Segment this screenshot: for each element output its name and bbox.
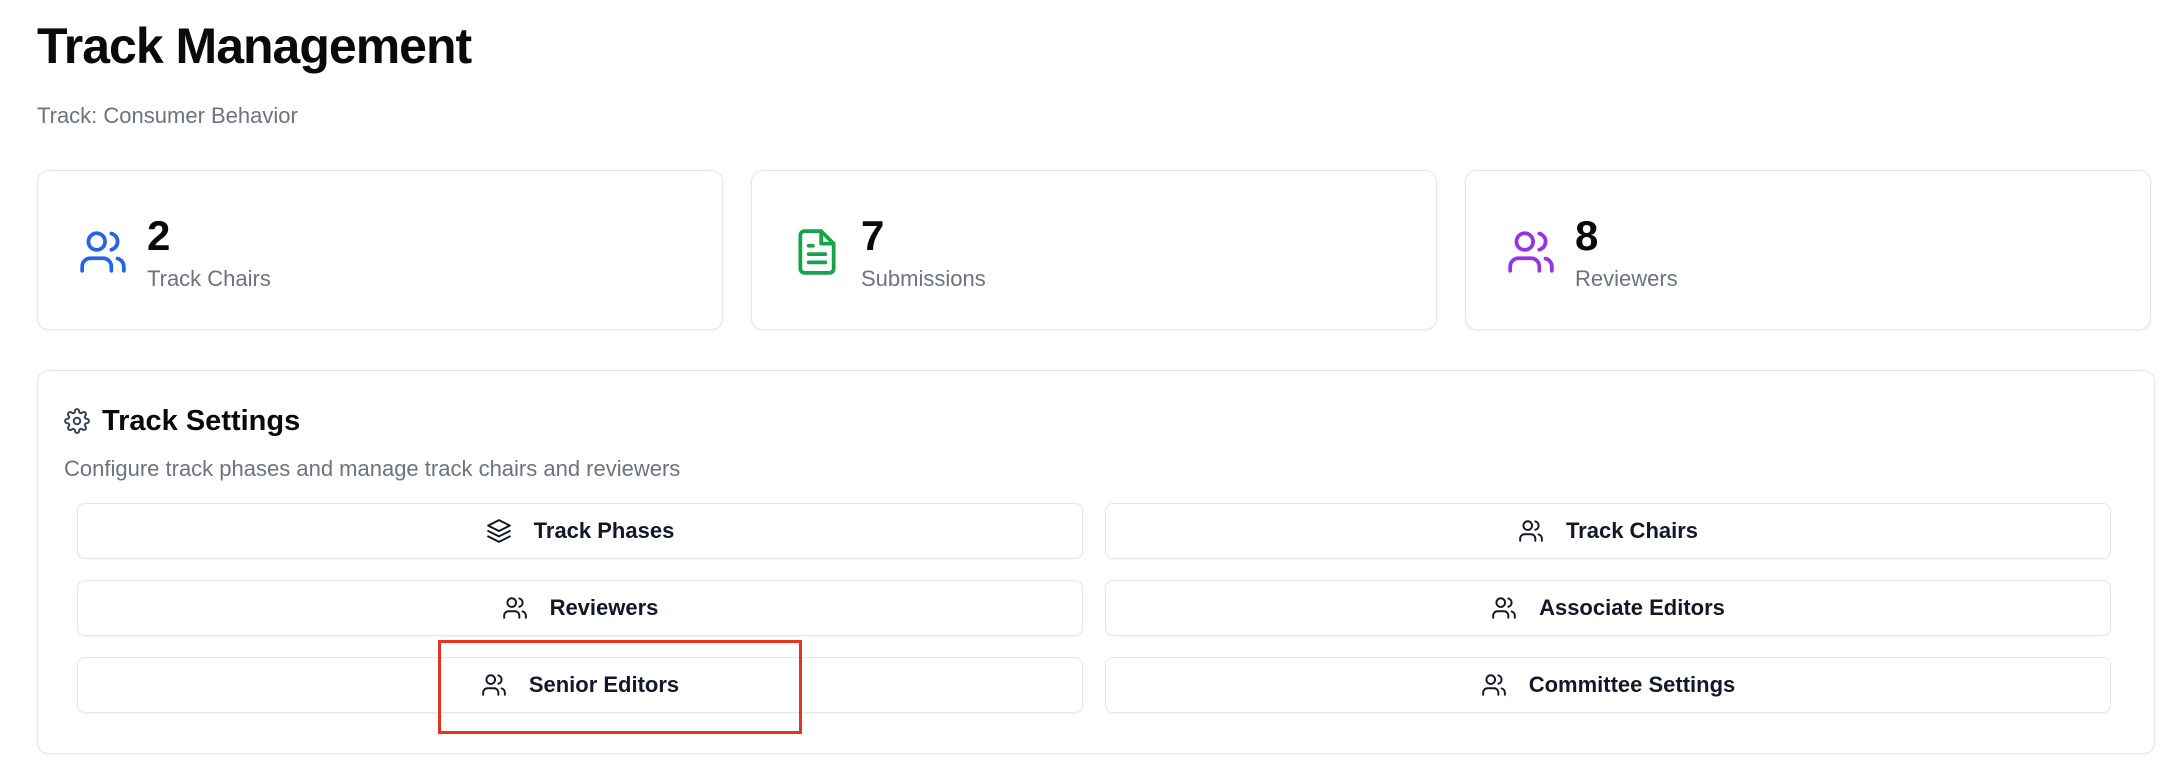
users-icon (1481, 672, 1507, 698)
page-title: Track Management (37, 18, 472, 74)
track-subtitle: Track: Consumer Behavior (37, 103, 298, 128)
button-label: Associate Editors (1539, 595, 1725, 620)
users-icon (1491, 595, 1517, 621)
stat-value: 2 (147, 212, 171, 259)
gear-icon (64, 408, 90, 434)
committee-settings-button[interactable]: Committee Settings (1105, 657, 2111, 713)
track-chairs-button[interactable]: Track Chairs (1105, 503, 2111, 559)
stat-card-reviewers: 8 Reviewers (1465, 170, 2151, 330)
stat-card-submissions: 7 Submissions (751, 170, 1437, 330)
users-icon (1506, 227, 1556, 277)
stat-label: Track Chairs (147, 266, 271, 291)
stat-card-track-chairs: 2 Track Chairs (37, 170, 723, 330)
users-icon (1518, 518, 1544, 544)
users-icon (502, 595, 528, 621)
senior-editors-button[interactable]: Senior Editors (77, 657, 1083, 713)
associate-editors-button[interactable]: Associate Editors (1105, 580, 2111, 636)
track-phases-button[interactable]: Track Phases (77, 503, 1083, 559)
stat-label: Reviewers (1575, 266, 1678, 291)
stat-value: 8 (1575, 212, 1599, 259)
stat-value: 7 (861, 212, 885, 259)
stat-label: Submissions (861, 266, 986, 291)
settings-description: Configure track phases and manage track … (64, 456, 681, 481)
users-icon (481, 672, 507, 698)
reviewers-button[interactable]: Reviewers (77, 580, 1083, 636)
layers-icon (486, 518, 512, 544)
button-label: Track Phases (533, 518, 675, 543)
file-text-icon (792, 227, 842, 277)
button-label: Senior Editors (528, 672, 680, 697)
button-label: Track Chairs (1565, 518, 1699, 543)
settings-title: Track Settings (102, 405, 301, 437)
button-label: Committee Settings (1528, 672, 1736, 697)
button-label: Reviewers (549, 595, 659, 620)
users-icon (78, 227, 128, 277)
settings-header: Track Settings (64, 401, 300, 441)
